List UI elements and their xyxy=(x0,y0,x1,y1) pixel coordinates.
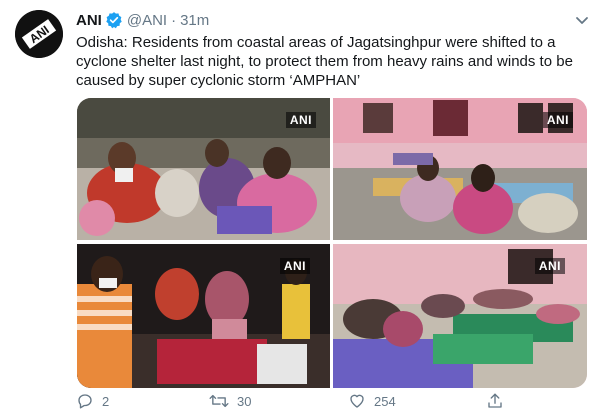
more-options-chevron-icon[interactable] xyxy=(575,13,589,24)
like-button[interactable]: 254 xyxy=(348,392,396,410)
retweet-button[interactable]: 30 xyxy=(209,392,251,410)
tweet-photo-2[interactable]: ANI xyxy=(333,98,587,240)
tweet-photo-1[interactable]: ANI xyxy=(77,98,330,240)
reply-count: 2 xyxy=(102,393,110,409)
tweet-text: Odisha: Residents from coastal areas of … xyxy=(76,34,573,89)
tweet: ANI ANI @ANI · 31m Odisha: Residents fro… xyxy=(0,0,605,413)
photo-2-watermark: ANI xyxy=(542,112,573,128)
retweet-icon xyxy=(209,392,229,410)
tweet-timestamp[interactable]: 31m xyxy=(180,12,209,29)
tweet-photo-4[interactable]: ANI xyxy=(333,244,587,388)
reply-button[interactable]: 2 xyxy=(76,392,109,410)
separator-dot: · xyxy=(171,11,177,29)
tweet-actions: 2 30 254 xyxy=(76,392,516,412)
author-name[interactable]: ANI xyxy=(76,12,102,29)
photo-3-watermark: ANI xyxy=(279,258,310,274)
photo-1-watermark: ANI xyxy=(285,112,316,128)
share-icon xyxy=(486,392,504,410)
share-button[interactable] xyxy=(486,392,512,410)
tweet-photo-3[interactable]: ANI xyxy=(77,244,330,388)
verified-badge-icon xyxy=(105,11,123,29)
photo-4-watermark: ANI xyxy=(534,258,565,274)
heart-icon xyxy=(348,392,366,410)
author-handle[interactable]: @ANI xyxy=(127,12,167,29)
reply-icon xyxy=(76,392,94,410)
photo-grid: ANI ANI ANI ANI xyxy=(77,98,587,388)
tweet-header: ANI @ANI · 31m xyxy=(76,10,209,30)
author-avatar[interactable]: ANI xyxy=(15,10,63,58)
like-count: 254 xyxy=(374,393,396,409)
retweet-count: 30 xyxy=(237,393,252,409)
